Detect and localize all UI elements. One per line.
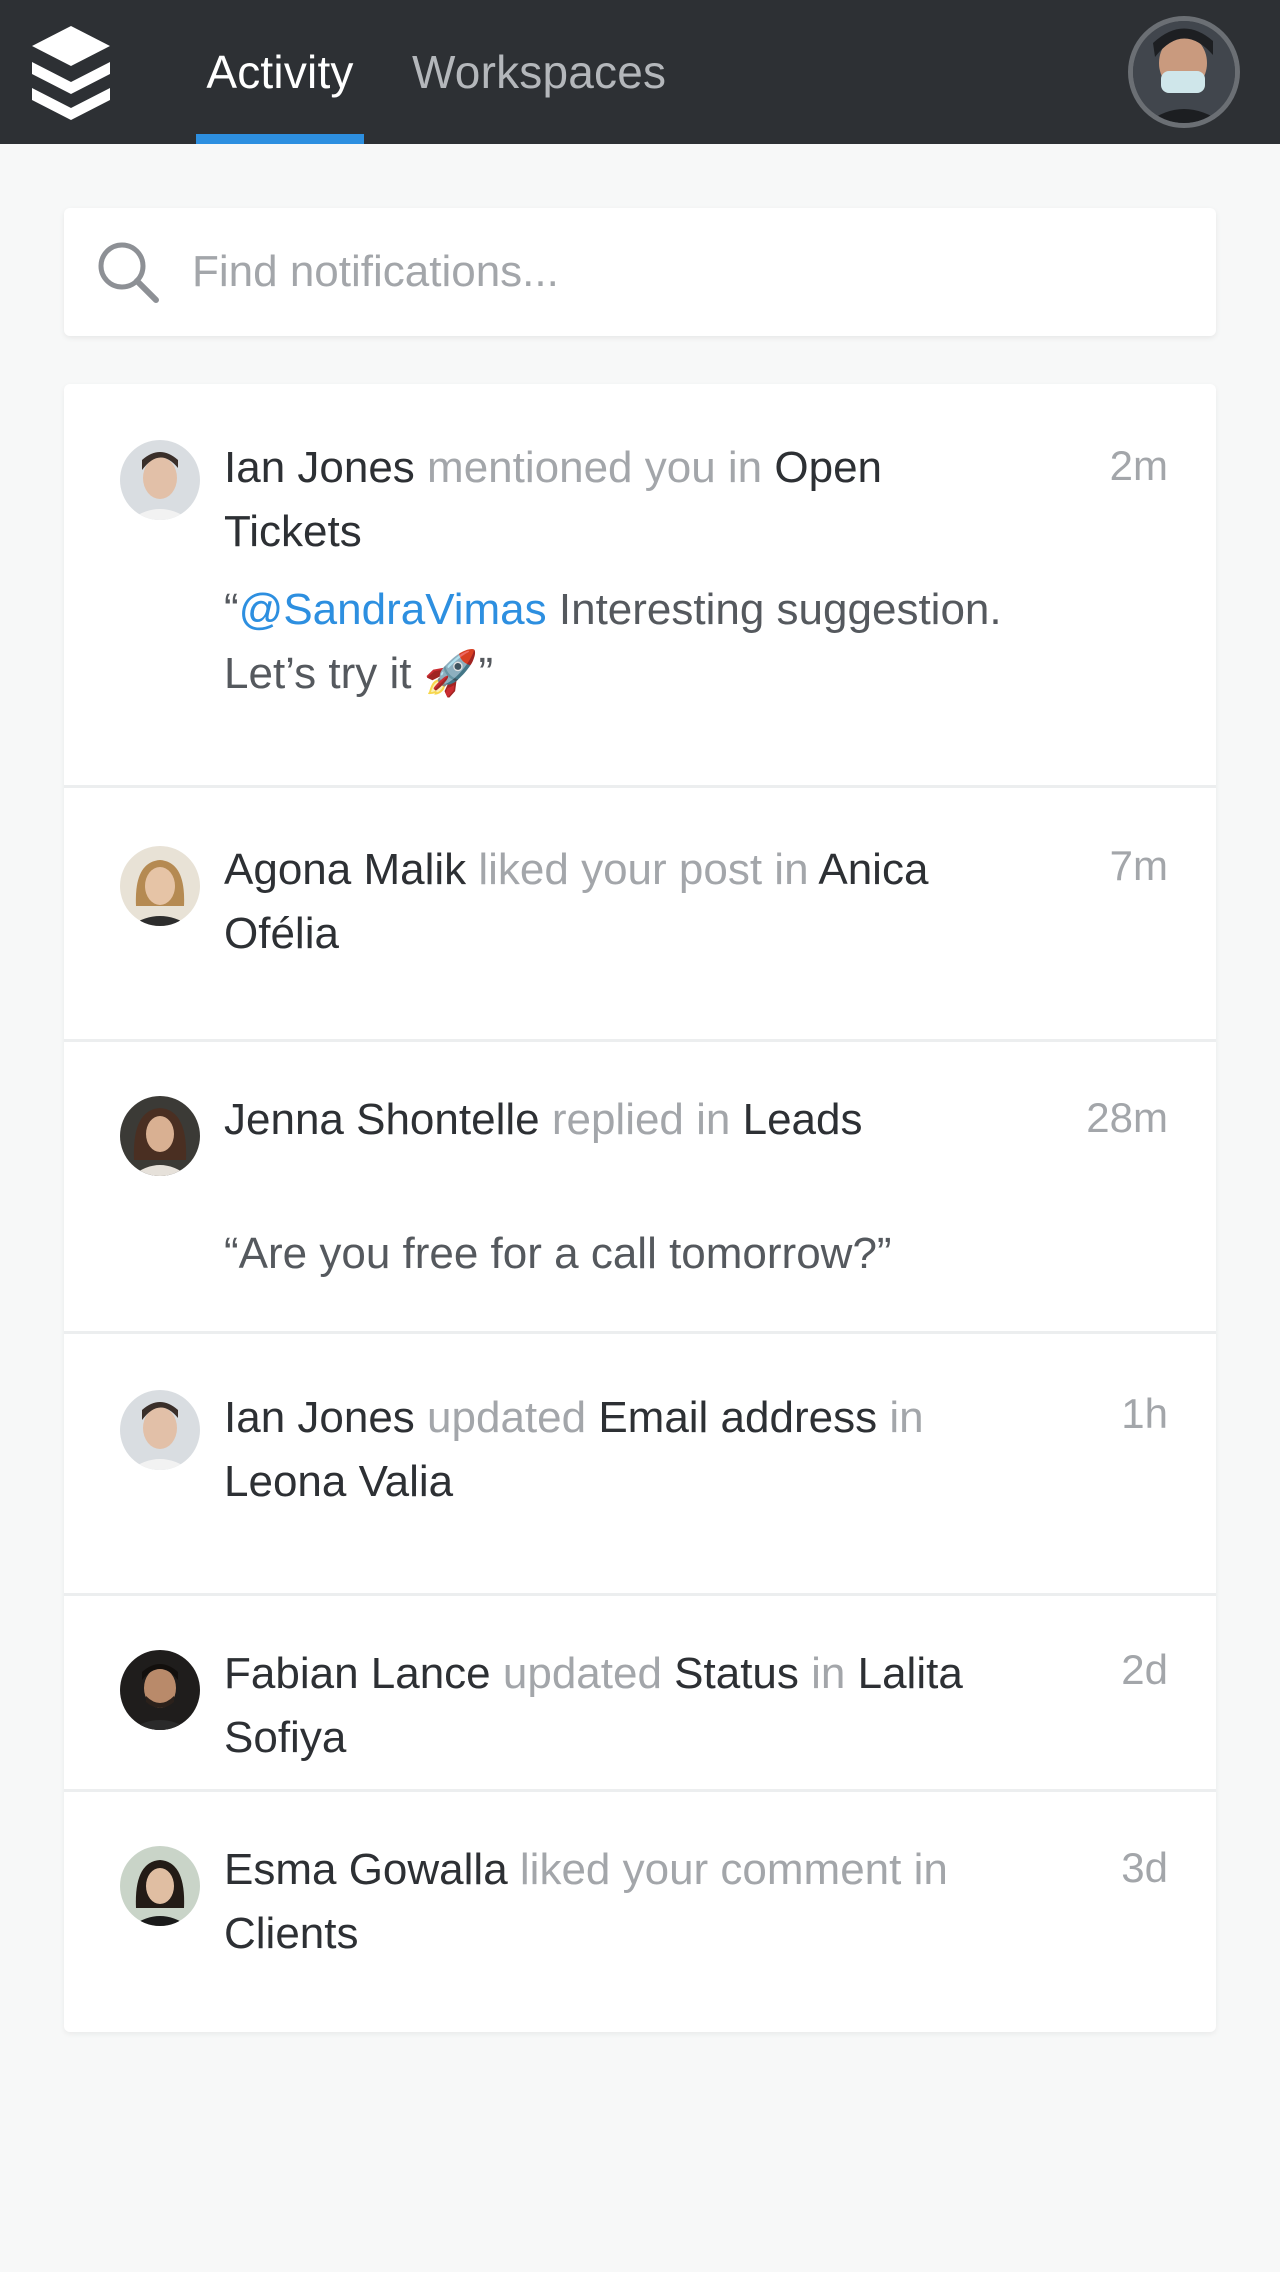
notification-item[interactable]: Ian Jones mentioned you in Open Tickets … [64, 384, 1216, 788]
message-quote: “Are you free for a call tomorrow?” [224, 1229, 892, 1278]
actor-name[interactable]: Agona Malik [224, 845, 466, 894]
action-text: liked your comment in [507, 1845, 948, 1894]
action-text: replied in [539, 1095, 743, 1144]
avatar [120, 1390, 200, 1470]
notification-text: Agona Malik liked your post in Anica Ofé… [224, 838, 1024, 966]
field-name: Status [674, 1649, 799, 1698]
top-navigation-bar: Activity Workspaces [0, 0, 1280, 144]
notification-text: Fabian Lance updated Status in Lalita So… [224, 1642, 1024, 1770]
actor-name[interactable]: Esma Gowalla [224, 1845, 508, 1894]
notification-item[interactable]: Agona Malik liked your post in Anica Ofé… [64, 788, 1216, 1042]
mention-link[interactable]: @SandraVimas [239, 585, 547, 634]
actor-name[interactable]: Ian Jones [224, 443, 415, 492]
action-text: liked your post in [466, 845, 819, 894]
avatar [120, 1650, 200, 1730]
notification-text: Jenna Shontelle replied in Leads [224, 1088, 1024, 1152]
search-icon [94, 238, 162, 306]
timestamp: 28m [1086, 1094, 1168, 1141]
target-link[interactable]: Clients [224, 1909, 359, 1958]
avatar [120, 1096, 200, 1176]
timestamp: 1h [1121, 1390, 1168, 1437]
notification-item[interactable]: Ian Jones updated Email address in Leona… [64, 1334, 1216, 1596]
timestamp: 2m [1109, 442, 1168, 489]
action-text: mentioned you in [414, 443, 775, 492]
quote-mark: “ [224, 585, 239, 634]
notification-list: Ian Jones mentioned you in Open Tickets … [64, 384, 1216, 2032]
action-text: updated [490, 1649, 675, 1698]
target-link[interactable]: Leona Valia [224, 1457, 453, 1506]
app-logo-icon[interactable] [26, 22, 116, 122]
timestamp: 3d [1121, 1844, 1168, 1891]
notification-text: Ian Jones mentioned you in Open Tickets [224, 436, 1024, 564]
avatar [120, 846, 200, 926]
timestamp: 7m [1109, 842, 1168, 889]
action-text: updated [414, 1393, 599, 1442]
user-avatar[interactable] [1128, 16, 1240, 128]
field-name: Email address [598, 1393, 878, 1442]
connector-text: in [877, 1393, 924, 1442]
avatar [120, 1846, 200, 1926]
search-bar [64, 208, 1216, 336]
actor-name[interactable]: Ian Jones [224, 1393, 415, 1442]
tab-workspaces[interactable]: Workspaces [412, 0, 666, 144]
actor-name[interactable]: Fabian Lance [224, 1649, 491, 1698]
tab-activity[interactable]: Activity [196, 0, 364, 144]
active-tab-indicator [196, 134, 364, 144]
notification-item[interactable]: Esma Gowalla liked your comment in Clien… [64, 1792, 1216, 2032]
connector-text: in [798, 1649, 858, 1698]
actor-name[interactable]: Jenna Shontelle [224, 1095, 540, 1144]
notification-item[interactable]: Fabian Lance updated Status in Lalita So… [64, 1596, 1216, 1792]
notification-text: Ian Jones updated Email address in Leona… [224, 1386, 1024, 1514]
timestamp: 2d [1121, 1646, 1168, 1693]
search-input[interactable] [192, 232, 1182, 312]
avatar [120, 440, 200, 520]
message-quote: “@SandraVimas Interesting suggestion. Le… [224, 578, 1024, 706]
notification-item[interactable]: Jenna Shontelle replied in Leads 28m “Ar… [64, 1042, 1216, 1334]
target-link[interactable]: Leads [743, 1095, 863, 1144]
notification-text: Esma Gowalla liked your comment in Clien… [224, 1838, 1024, 1966]
